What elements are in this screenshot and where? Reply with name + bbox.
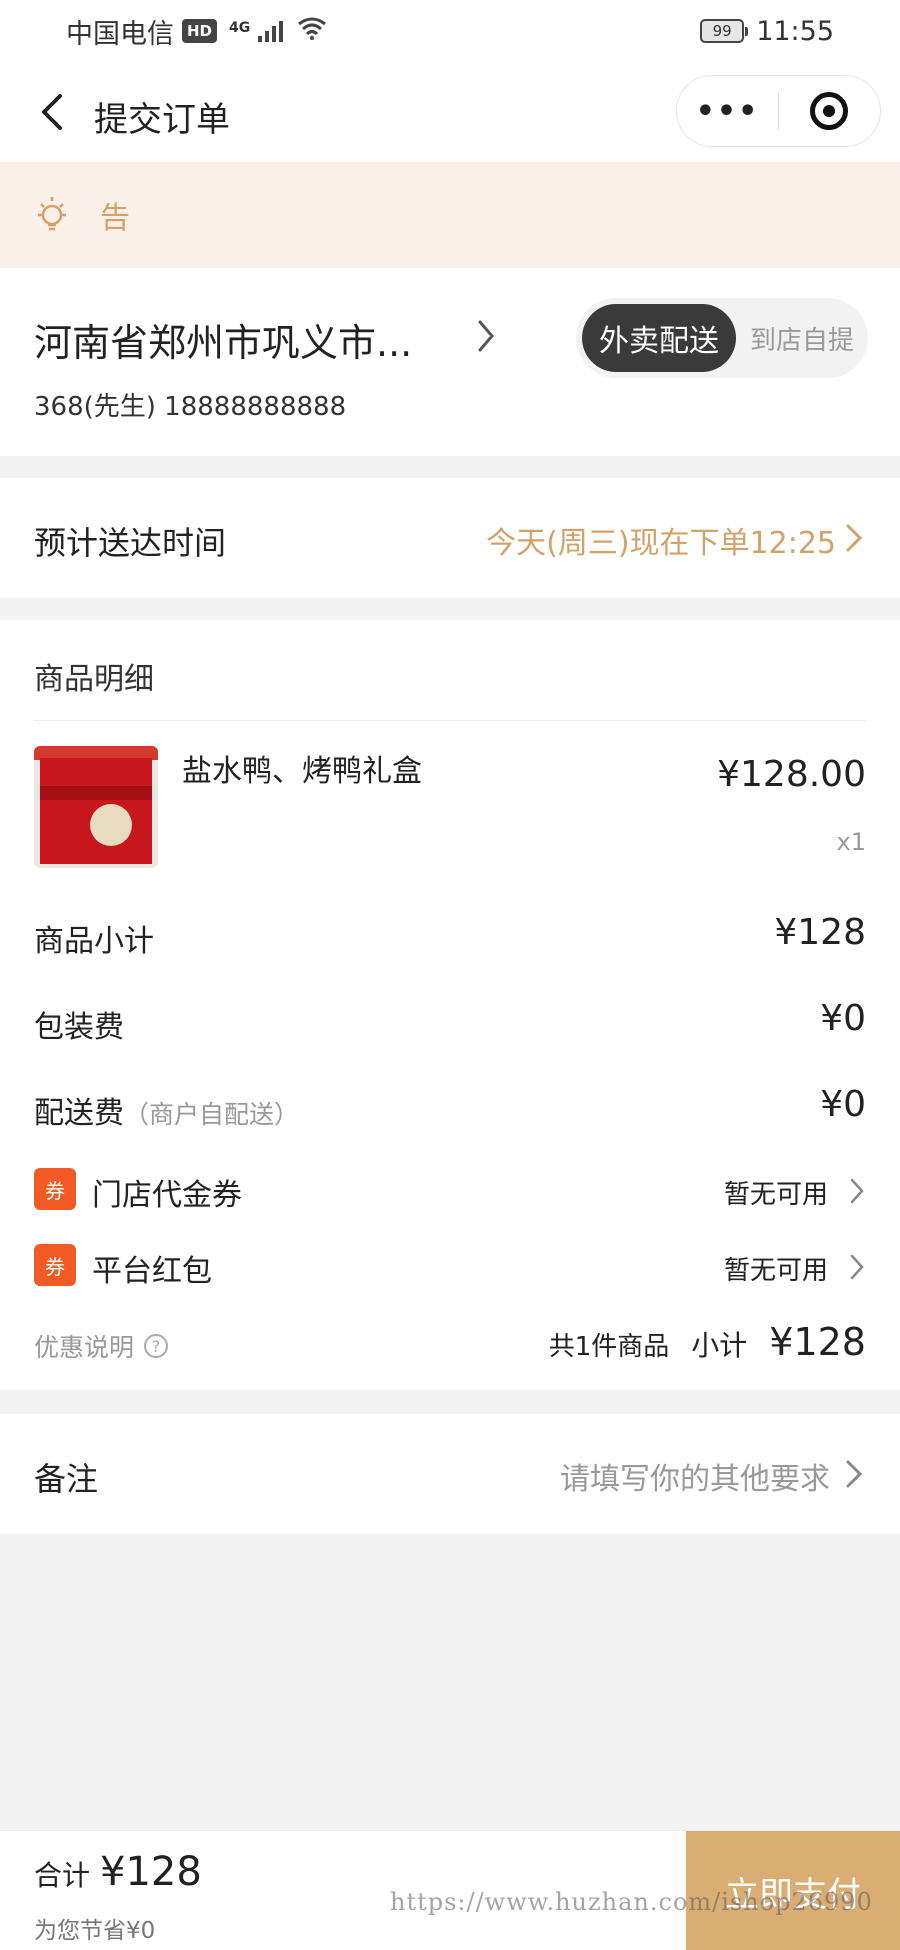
page-title: 提交订单 [94, 100, 230, 140]
packing-fee-value: ¥0 [820, 998, 866, 1039]
promo-label: 优惠说明 [34, 1333, 135, 1362]
delivery-option-button[interactable]: 外卖配送 [582, 304, 736, 372]
summary-subtotal-label: 小计 [691, 1329, 748, 1362]
product-price: ¥128.00 [717, 754, 866, 795]
shipping-fee-row: 配送费（商户自配送） ¥0 [34, 1082, 866, 1132]
target-icon [810, 92, 849, 130]
total-amount: ¥128 [100, 1849, 202, 1895]
wifi-icon [297, 16, 327, 47]
clock: 11:55 [756, 15, 834, 47]
notice-bar: 告 [0, 162, 900, 268]
notice-text: 告 [100, 201, 130, 236]
watermark: https://www.huzhan.com/ishop26990 [390, 1888, 873, 1916]
savings-text: 为您节省¥0 [34, 1918, 156, 1944]
remark-row[interactable]: 备注 请填写你的其他要求 [0, 1414, 900, 1534]
platform-redpacket-row[interactable]: 券 平台红包 暂无可用 [34, 1240, 866, 1290]
address-card[interactable]: 河南省郑州市巩义市... 368(先生) 18888888888 外卖配送 到店… [0, 268, 900, 456]
delivery-address[interactable]: 河南省郑州市巩义市... [34, 312, 412, 367]
summary-subtotal-value: ¥128 [769, 1320, 866, 1364]
order-summary: 共1件商品 小计 ¥128 [549, 1320, 866, 1364]
platform-redpacket-status[interactable]: 暂无可用 [724, 1250, 828, 1287]
battery-icon: 99 [700, 19, 749, 43]
delivery-time-row[interactable]: 预计送达时间 今天(周三)现在下单12:25 [0, 478, 900, 598]
lightbulb-icon [38, 197, 66, 231]
delivery-time-value[interactable]: 今天(周三)现在下单12:25 [486, 518, 836, 562]
item-count: 共1件商品 [548, 1332, 670, 1362]
delivery-time-label: 预计送达时间 [34, 524, 227, 562]
mini-program-capsule: ••• [676, 75, 881, 147]
footer-total: 合计 ¥128 [34, 1849, 202, 1895]
help-icon[interactable]: ? [144, 1334, 169, 1358]
store-coupon-label: 门店代金券 [92, 1178, 242, 1213]
hd-badge: HD [182, 19, 218, 43]
order-details-card: 商品明细 盐水鸭、烤鸭礼盒 ¥128.00 x1 商品小计 ¥128 包装费 ¥… [0, 620, 900, 1390]
close-mini-program-button[interactable] [779, 92, 880, 130]
product-quantity: x1 [836, 828, 866, 856]
network-type: 4G [229, 19, 251, 36]
chevron-right-icon[interactable] [848, 1176, 866, 1206]
subtotal-label: 商品小计 [34, 924, 154, 959]
subtotal-row: 商品小计 ¥128 [34, 910, 866, 960]
remark-label: 备注 [34, 1460, 99, 1498]
remark-input[interactable]: 请填写你的其他要求 [560, 1454, 830, 1498]
packing-fee-row: 包装费 ¥0 [34, 996, 866, 1046]
product-name: 盐水鸭、烤鸭礼盒 [182, 754, 422, 789]
status-bar: 中国电信 HD 4G 99 11:55 [0, 0, 900, 62]
shipping-note: （商户自配送） [124, 1100, 300, 1129]
product-image [34, 746, 158, 868]
chevron-right-icon[interactable] [844, 1458, 864, 1490]
signal-icon [258, 20, 284, 42]
status-right: 99 11:55 [700, 16, 834, 47]
subtotal-value: ¥128 [774, 912, 866, 953]
store-coupon-status[interactable]: 暂无可用 [724, 1174, 828, 1211]
store-coupon-row[interactable]: 券 门店代金券 暂无可用 [34, 1164, 866, 1214]
nav-bar: 提交订单 ••• [0, 62, 900, 162]
chevron-right-icon[interactable] [848, 1252, 866, 1282]
shipping-fee-label: 配送费（商户自配送） [34, 1096, 300, 1131]
promo-explanation[interactable]: 优惠说明 ? [34, 1328, 169, 1364]
chevron-right-icon[interactable] [474, 318, 498, 354]
coupon-badge-icon: 券 [34, 1168, 76, 1210]
delivery-mode-toggle: 外卖配送 到店自提 [576, 298, 868, 378]
platform-redpacket-label: 平台红包 [92, 1254, 212, 1289]
coupon-badge-icon: 券 [34, 1244, 76, 1286]
total-label: 合计 [34, 1859, 91, 1892]
divider [34, 720, 866, 721]
contact-info: 368(先生) 18888888888 [34, 392, 347, 422]
pickup-option-button[interactable]: 到店自提 [736, 320, 868, 357]
items-section-title: 商品明细 [34, 662, 154, 697]
packing-fee-label: 包装费 [34, 1010, 124, 1045]
shipping-fee-value: ¥0 [820, 1084, 866, 1125]
carrier-name: 中国电信 [66, 18, 174, 50]
chevron-right-icon[interactable] [844, 522, 864, 554]
back-arrow-icon[interactable] [34, 92, 74, 132]
carrier-group: 中国电信 HD 4G [66, 12, 327, 51]
more-menu-button[interactable]: ••• [677, 94, 778, 129]
